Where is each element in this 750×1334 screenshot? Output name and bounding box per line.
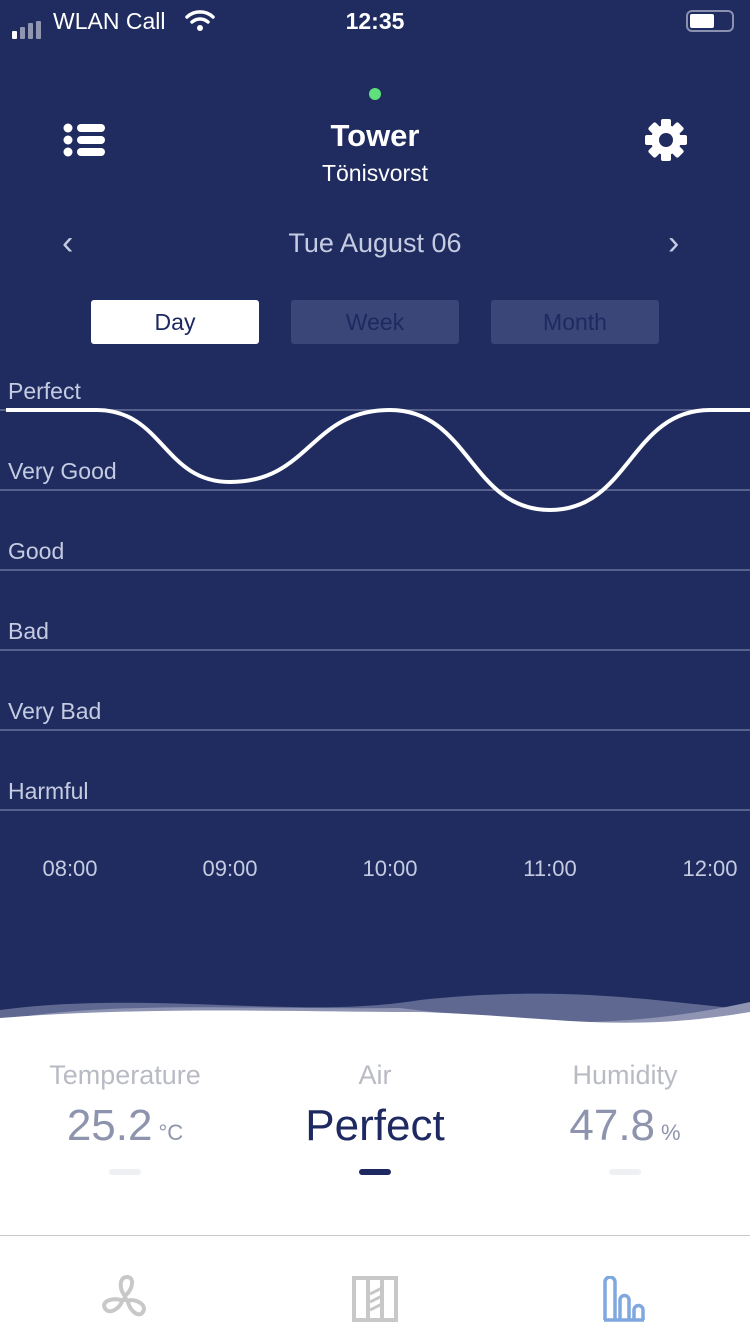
temperature-label: Temperature (49, 1060, 201, 1090)
fan-icon[interactable] (100, 1274, 150, 1324)
x-tick-label: 12:00 (682, 856, 738, 881)
x-tick-label: 10:00 (362, 856, 418, 881)
temperature-unit: °C (158, 1120, 184, 1145)
indicator (109, 1169, 141, 1175)
air-quality-line (6, 407, 750, 513)
x-tick-label: 08:00 (42, 856, 98, 881)
humidity-label: Humidity (572, 1060, 678, 1090)
wave-decoration (0, 993, 750, 1040)
bar-chart-icon[interactable] (602, 1276, 648, 1322)
air-label: Air (358, 1060, 392, 1090)
temperature-value: 25.2 (66, 1101, 153, 1150)
humidity-unit: % (661, 1120, 681, 1145)
active-indicator (359, 1169, 391, 1175)
temperature-reading[interactable]: Temperature 25.2 °C (0, 1060, 250, 1175)
humidity-reading[interactable]: Humidity 47.8% (500, 1060, 750, 1175)
x-tick-label: 09:00 (202, 856, 258, 881)
air-value: Perfect (305, 1101, 445, 1150)
air-reading[interactable]: Air Perfect (250, 1060, 500, 1175)
tab-bar (0, 1235, 750, 1334)
indicator (609, 1169, 641, 1175)
main-panel: WLAN Call 12:35 Tower Tönisvorst ‹ Tue A… (0, 0, 750, 1030)
humidity-value: 47.8 (569, 1101, 656, 1150)
x-tick-label: 11:00 (523, 856, 577, 881)
filter-icon[interactable] (352, 1276, 398, 1322)
